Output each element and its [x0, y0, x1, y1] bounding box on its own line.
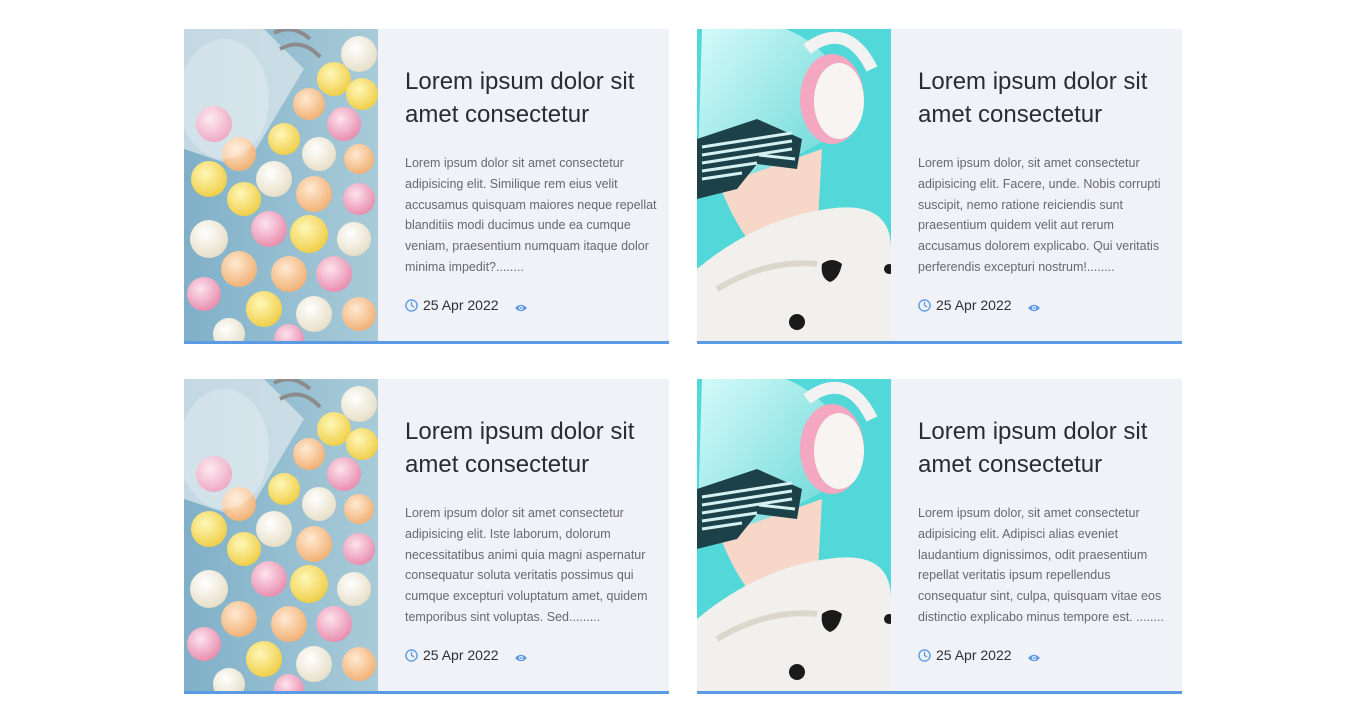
- post-title[interactable]: Lorem ipsum dolor sit amet consectetur: [918, 415, 1172, 481]
- post-content: Lorem ipsum dolor sit amet consectetur L…: [891, 379, 1182, 691]
- clock-icon: [405, 648, 418, 662]
- post-content: Lorem ipsum dolor sit amet consectetur L…: [378, 379, 669, 691]
- post-card[interactable]: Lorem ipsum dolor sit amet consectetur L…: [184, 379, 669, 694]
- clock-icon: [405, 298, 418, 312]
- post-meta: 25 Apr 2022: [918, 297, 1172, 313]
- post-excerpt: Lorem ipsum dolor sit amet consectetur a…: [405, 506, 648, 624]
- post-grid: Lorem ipsum dolor sit amet consectetur L…: [184, 29, 1182, 694]
- post-card[interactable]: Lorem ipsum dolor sit amet consectetur L…: [697, 29, 1182, 344]
- eye-icon[interactable]: [1027, 650, 1041, 662]
- post-title[interactable]: Lorem ipsum dolor sit amet consectetur: [405, 415, 659, 481]
- eye-icon[interactable]: [1027, 300, 1041, 312]
- post-meta: 25 Apr 2022: [405, 647, 659, 663]
- eye-icon[interactable]: [514, 300, 528, 312]
- post-image-candy-jar[interactable]: [184, 379, 378, 691]
- post-meta: 25 Apr 2022: [918, 647, 1172, 663]
- post-excerpt: Lorem ipsum dolor, sit amet consectetur …: [918, 506, 1164, 624]
- post-image-girl-headphones[interactable]: [697, 379, 891, 691]
- post-card[interactable]: Lorem ipsum dolor sit amet consectetur L…: [697, 379, 1182, 694]
- post-content: Lorem ipsum dolor sit amet consectetur L…: [891, 29, 1182, 341]
- post-card[interactable]: Lorem ipsum dolor sit amet consectetur L…: [184, 29, 669, 344]
- post-title[interactable]: Lorem ipsum dolor sit amet consectetur: [405, 65, 659, 131]
- post-image-candy-jar[interactable]: [184, 29, 378, 341]
- eye-icon[interactable]: [514, 650, 528, 662]
- post-excerpt: Lorem ipsum dolor, sit amet consectetur …: [918, 156, 1161, 274]
- post-meta: 25 Apr 2022: [405, 297, 659, 313]
- post-content: Lorem ipsum dolor sit amet consectetur L…: [378, 29, 669, 341]
- post-image-girl-headphones[interactable]: [697, 29, 891, 341]
- post-date: 25 Apr 2022: [936, 297, 1012, 313]
- post-date: 25 Apr 2022: [423, 297, 499, 313]
- clock-icon: [918, 648, 931, 662]
- post-date: 25 Apr 2022: [936, 647, 1012, 663]
- post-date: 25 Apr 2022: [423, 647, 499, 663]
- clock-icon: [918, 298, 931, 312]
- post-excerpt: Lorem ipsum dolor sit amet consectetur a…: [405, 156, 657, 274]
- post-title[interactable]: Lorem ipsum dolor sit amet consectetur: [918, 65, 1172, 131]
